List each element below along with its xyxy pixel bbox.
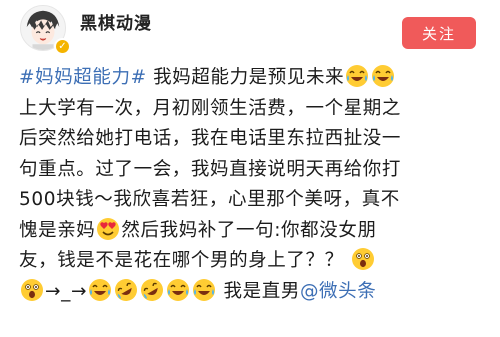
follow-button[interactable]: 关注	[402, 17, 476, 49]
post-line-6: 愧是亲妈 然后我妈补了一句:你都没女朋	[19, 216, 489, 247]
post-body: #妈妈超能力# 我妈超能力是预见未来 上大学有一次，月初刚领生活费，一个星期之 …	[19, 63, 489, 307]
heart-eyes-emoji	[96, 217, 120, 241]
verified-badge-icon: ✓	[54, 38, 71, 55]
post-line-2: 上大学有一次，月初刚领生活费，一个星期之	[19, 97, 402, 119]
laughing-tears-emoji	[166, 278, 190, 302]
hashtag-link[interactable]: #妈妈超能力#	[19, 67, 147, 88]
post-text: 然后我妈补了一句:你都没女朋	[121, 219, 377, 241]
post-line-8: →_→ 我是直男@微头条	[19, 277, 489, 308]
mention-link[interactable]: @微头条	[300, 281, 376, 302]
post-line-5: 500块钱～我欣喜若狂，心里那个美呀，真不	[19, 189, 400, 210]
shocked-emoji	[20, 278, 44, 302]
post-header: ✓ 黑棋动漫 关注	[0, 0, 500, 62]
post-line-7: 友，钱是不是花在哪个男的身上了？？	[19, 246, 489, 277]
rolling-laugh-emoji	[140, 278, 164, 302]
rolling-laugh-emoji	[114, 278, 138, 302]
post-text: 我是直男	[223, 280, 300, 302]
author-name[interactable]: 黑棋动漫	[80, 9, 152, 34]
post-line-4: 句重点。过了一会，我妈直接说明天再给你打	[19, 158, 402, 180]
laughing-tears-emoji	[371, 64, 395, 88]
laughing-tears-emoji	[192, 278, 216, 302]
laughing-tears-emoji	[88, 278, 112, 302]
shocked-emoji	[351, 247, 375, 271]
post-text: 友，钱是不是花在哪个男的身上了？？	[19, 250, 344, 271]
post-text: 我妈超能力是预见未来	[146, 67, 345, 88]
post-text: 愧是亲妈	[19, 219, 96, 241]
post-line-3: 后突然给她打电话，我在电话里东拉西扯没一	[19, 128, 402, 149]
post-line-1: #妈妈超能力# 我妈超能力是预见未来	[19, 63, 489, 94]
arrow-emoticon: →_→	[45, 280, 88, 302]
laughing-tears-emoji	[345, 64, 369, 88]
